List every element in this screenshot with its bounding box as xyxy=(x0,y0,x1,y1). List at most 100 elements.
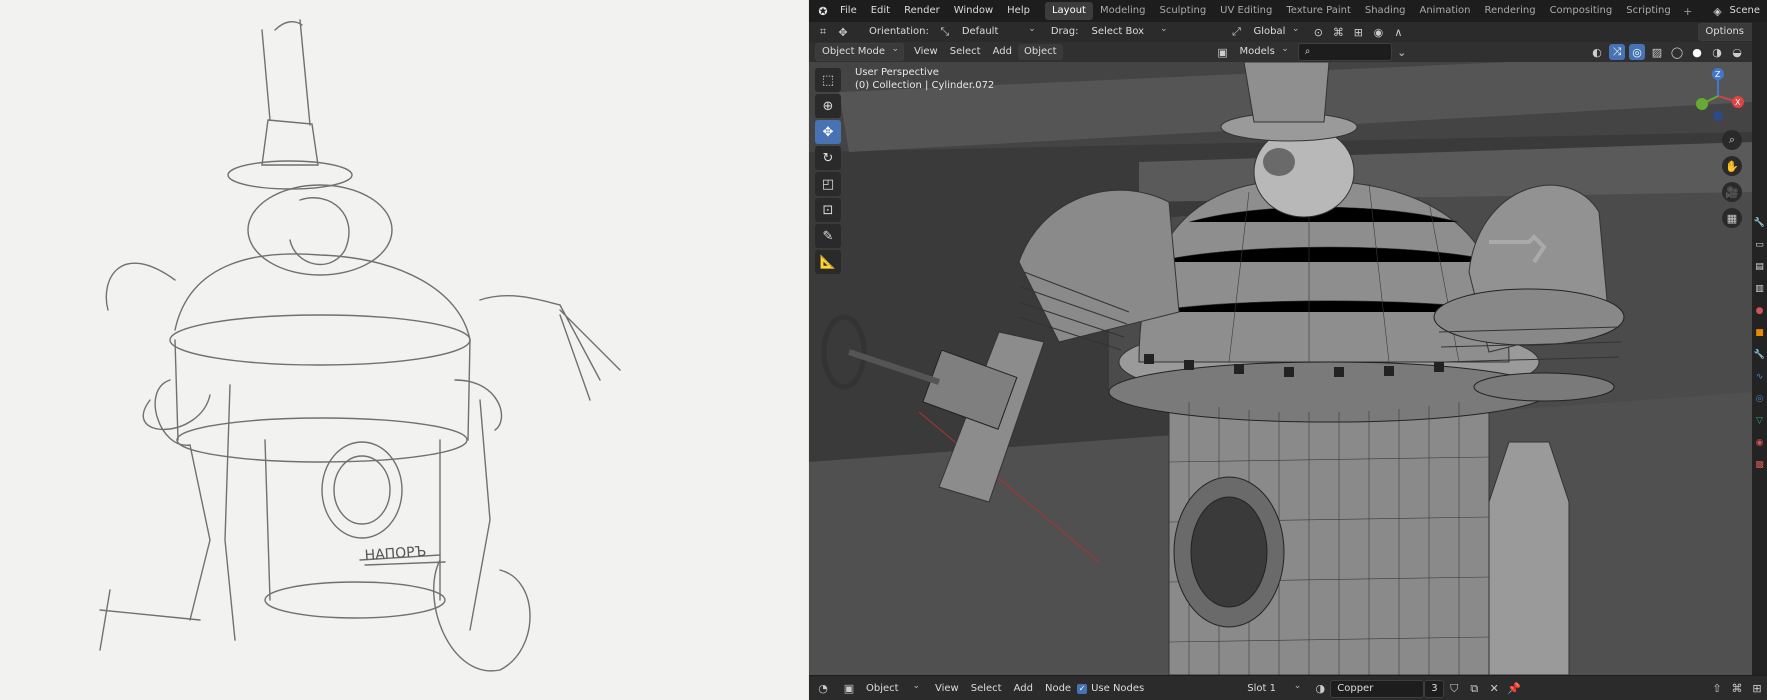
duplicate-material-icon[interactable]: ⧉ xyxy=(1466,681,1482,697)
transform-orientation-dropdown[interactable]: Global xyxy=(1246,21,1304,41)
viewport-search-input[interactable]: ⌕ xyxy=(1297,43,1392,61)
annotate-tool-icon[interactable]: ✎ xyxy=(815,224,841,248)
shading-material-icon[interactable]: ◑ xyxy=(1709,44,1725,60)
grid-icon[interactable]: ▦ xyxy=(1722,208,1742,228)
editor-type-icon[interactable]: ◔ xyxy=(815,681,831,697)
concept-sketch-panel: НАПОРЪ xyxy=(0,0,808,700)
material-sphere-icon[interactable]: ◑ xyxy=(1312,681,1328,697)
tab-animation[interactable]: Animation xyxy=(1413,2,1478,20)
menu-edit[interactable]: Edit xyxy=(864,0,897,22)
visibility-icon[interactable]: ◐ xyxy=(1589,44,1605,60)
shader-editor-header: ◔ ▣ Object View Select Add Node ✓ Use No… xyxy=(809,675,1767,700)
tab-uv-editing[interactable]: UV Editing xyxy=(1213,2,1279,20)
3d-viewport[interactable]: ⬚ ⊕ ✥ ↻ ◰ ⊡ ✎ 📐 User Perspective (0) Col… xyxy=(809,62,1752,675)
tab-layout[interactable]: Layout xyxy=(1044,2,1093,20)
render-props-icon[interactable]: ▭ xyxy=(1752,234,1767,256)
viewport-menu-add[interactable]: Add xyxy=(987,44,1018,60)
rotate-tool-icon[interactable]: ↻ xyxy=(815,146,841,170)
viewport-info: User Perspective (0) Collection | Cylind… xyxy=(855,66,994,92)
menu-window[interactable]: Window xyxy=(947,0,1000,22)
unlink-material-icon[interactable]: ✕ xyxy=(1486,681,1502,697)
collection-icon: ▣ xyxy=(1217,45,1228,59)
menu-file[interactable]: File xyxy=(833,0,864,22)
cursor-tool-icon[interactable]: ⊕ xyxy=(815,94,841,118)
object-props-icon[interactable]: ■ xyxy=(1752,322,1767,344)
select-tool-icon[interactable]: ⬚ xyxy=(815,68,841,92)
transform-tool-icon[interactable]: ⊡ xyxy=(815,198,841,222)
xray-icon[interactable]: ▨ xyxy=(1649,44,1665,60)
collection-filter-dropdown[interactable]: Models xyxy=(1233,41,1294,61)
snapping-node-icon[interactable]: ⌘ xyxy=(1729,681,1745,697)
tab-texture-paint[interactable]: Texture Paint xyxy=(1279,2,1358,20)
material-name-field[interactable]: Copper xyxy=(1330,679,1425,698)
falloff-icon[interactable]: ∧ xyxy=(1390,24,1406,40)
camera-icon[interactable]: 🎥 xyxy=(1722,182,1742,202)
material-users-count[interactable]: 3 xyxy=(1424,679,1445,698)
object-type-icon: ▣ xyxy=(843,682,855,695)
chevron-down-icon[interactable]: ⌄ xyxy=(1394,44,1410,60)
viewport-menu-view[interactable]: View xyxy=(908,44,944,60)
zoom-icon[interactable]: ⌕ xyxy=(1722,130,1742,150)
node-menu-select[interactable]: Select xyxy=(965,681,1008,697)
node-menu-view[interactable]: View xyxy=(929,681,965,697)
hand-icon[interactable]: ✋ xyxy=(1722,156,1742,176)
overlay-icon[interactable]: ◎ xyxy=(1629,44,1645,60)
gizmo-toggle-icon[interactable]: ⤨ xyxy=(1609,44,1625,60)
tool-icon[interactable]: ⌗ xyxy=(815,24,831,40)
shading-solid-icon[interactable]: ● xyxy=(1689,44,1705,60)
viewport-menu-select[interactable]: Select xyxy=(944,44,987,60)
use-nodes-checkbox[interactable]: ✓ xyxy=(1077,683,1088,694)
drag-label: Drag: xyxy=(1050,26,1079,37)
navigation-gizmo[interactable]: X Z xyxy=(1688,66,1748,126)
transform-orientation-icon: ⤢ xyxy=(1232,25,1241,38)
node-overlay-icon[interactable]: ⊞ xyxy=(1749,681,1765,697)
output-props-icon[interactable]: ▤ xyxy=(1752,256,1767,278)
physics-icon[interactable]: ◎ xyxy=(1752,388,1767,410)
shading-wireframe-icon[interactable]: ◯ xyxy=(1669,44,1685,60)
pin-icon[interactable]: 📌 xyxy=(1506,681,1522,697)
tool-props-icon[interactable]: 🔧 xyxy=(1752,212,1767,234)
snap-target-icon[interactable]: ⊞ xyxy=(1350,24,1366,40)
snap-icon[interactable]: ⌘ xyxy=(1330,24,1346,40)
blender-logo-icon[interactable]: ✪ xyxy=(815,3,831,19)
tab-scripting[interactable]: Scripting xyxy=(1619,2,1677,20)
tab-rendering[interactable]: Rendering xyxy=(1477,2,1542,20)
viewport-menu-object[interactable]: Object xyxy=(1017,44,1063,60)
orientation-icon: ⤡ xyxy=(940,25,950,38)
add-workspace-icon[interactable]: + xyxy=(1680,3,1696,19)
move-tool-icon[interactable]: ✥ xyxy=(835,24,851,40)
material-props-icon[interactable]: ◉ xyxy=(1752,432,1767,454)
node-menu-node[interactable]: Node xyxy=(1039,681,1077,697)
constraints-icon[interactable]: ▽ xyxy=(1752,410,1767,432)
move-tool-button-icon[interactable]: ✥ xyxy=(815,120,841,144)
menu-help[interactable]: Help xyxy=(1000,0,1037,22)
pivot-icon[interactable]: ⊙ xyxy=(1310,24,1326,40)
scene-props-icon[interactable]: ● xyxy=(1752,300,1767,322)
tab-sculpting[interactable]: Sculpting xyxy=(1152,2,1213,20)
viewport-scene xyxy=(809,62,1752,675)
scene-icon[interactable]: ◈ xyxy=(1710,3,1726,19)
texture-props-icon[interactable]: ▩ xyxy=(1752,454,1767,476)
measure-tool-icon[interactable]: 📐 xyxy=(815,250,841,274)
mode-dropdown[interactable]: Object Mode xyxy=(815,41,904,61)
modifier-props-icon[interactable]: 🔧 xyxy=(1752,344,1767,366)
node-menu-add[interactable]: Add xyxy=(1008,681,1039,697)
drag-dropdown[interactable]: Select Box xyxy=(1084,21,1172,41)
menu-render[interactable]: Render xyxy=(897,0,947,22)
shader-type-dropdown[interactable]: Object xyxy=(859,678,925,698)
parent-node-icon[interactable]: ⇧ xyxy=(1709,681,1725,697)
scene-name[interactable]: Scene xyxy=(1728,0,1767,22)
proportional-edit-icon[interactable]: ◉ xyxy=(1370,24,1386,40)
tab-shading[interactable]: Shading xyxy=(1358,2,1413,20)
scale-tool-icon[interactable]: ◰ xyxy=(815,172,841,196)
shading-rendered-icon[interactable]: ◒ xyxy=(1729,44,1745,60)
orientation-dropdown[interactable]: Default xyxy=(955,21,1041,41)
tab-modeling[interactable]: Modeling xyxy=(1093,2,1153,20)
properties-tab-strip: 🔧 ▭ ▤ ▥ ● ■ 🔧 ∿ ◎ ▽ ◉ ▩ xyxy=(1752,22,1767,675)
fake-user-icon[interactable]: ⛉ xyxy=(1446,681,1462,697)
particles-icon[interactable]: ∿ xyxy=(1752,366,1767,388)
tab-compositing[interactable]: Compositing xyxy=(1543,2,1620,20)
collection-label: (0) Collection | Cylinder.072 xyxy=(855,80,995,91)
slot-dropdown[interactable]: Slot 1 xyxy=(1240,678,1306,698)
view-layer-icon[interactable]: ▥ xyxy=(1752,278,1767,300)
